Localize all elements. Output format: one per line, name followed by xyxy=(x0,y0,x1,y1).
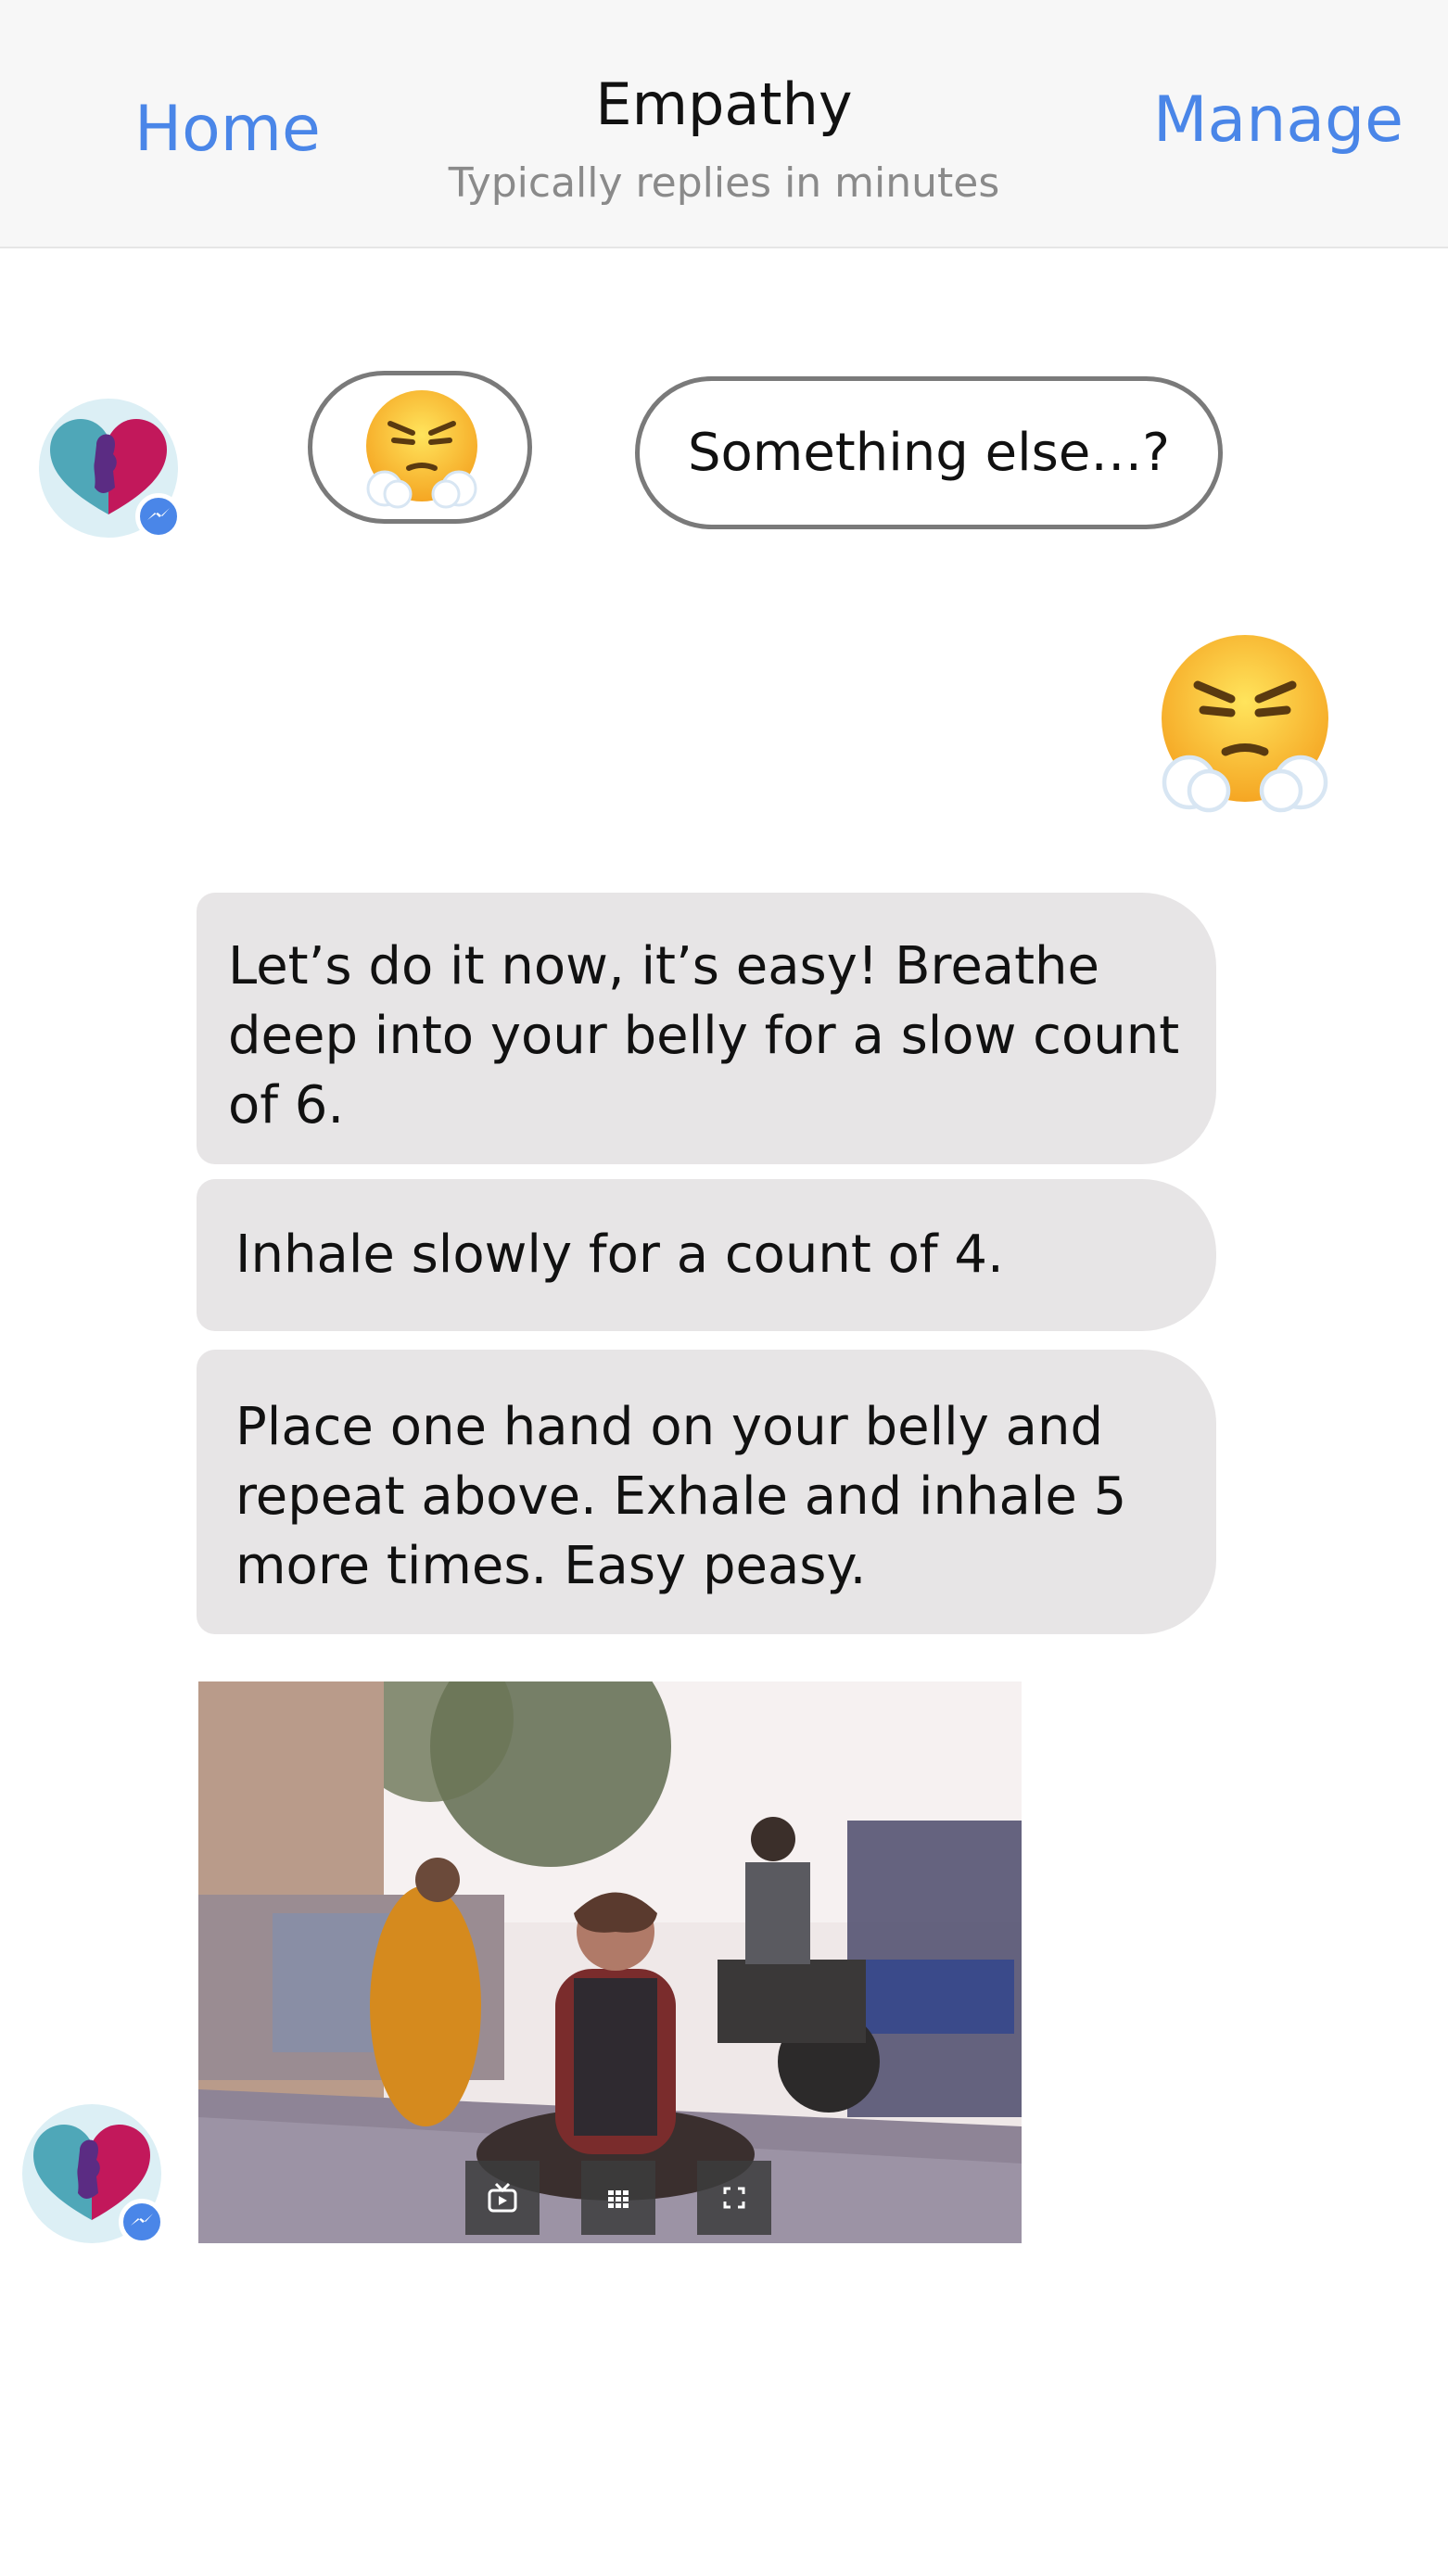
grid-icon[interactable] xyxy=(581,2161,655,2235)
messenger-badge-icon xyxy=(119,2199,165,2245)
bot-message-bubble: Place one hand on your belly and repeat … xyxy=(197,1350,1216,1634)
chat-subtitle: Typically replies in minutes xyxy=(448,159,1000,207)
sent-steam-from-nose-emoji-icon xyxy=(1162,635,1328,813)
steam-from-nose-emoji-icon xyxy=(366,390,477,509)
meditation-street-photo xyxy=(198,1681,1022,2243)
messenger-badge-icon xyxy=(135,493,182,539)
quick-reply-emoji-button[interactable] xyxy=(308,371,532,524)
manage-link[interactable]: Manage xyxy=(1153,83,1404,157)
bot-avatar[interactable] xyxy=(39,399,182,539)
tv-icon[interactable] xyxy=(465,2161,540,2235)
fullscreen-icon[interactable] xyxy=(697,2161,771,2235)
chat-header: Home Empathy Typically replies in minute… xyxy=(0,0,1448,248)
bot-avatar[interactable] xyxy=(22,2104,165,2245)
media-image-card[interactable] xyxy=(198,1681,1022,2243)
quick-reply-something-else-button[interactable]: Something else…? xyxy=(635,376,1223,529)
bot-message-bubble: Let’s do it now, it’s easy! Breathe deep… xyxy=(197,893,1216,1164)
bot-message-bubble: Inhale slowly for a count of 4. xyxy=(197,1179,1216,1331)
